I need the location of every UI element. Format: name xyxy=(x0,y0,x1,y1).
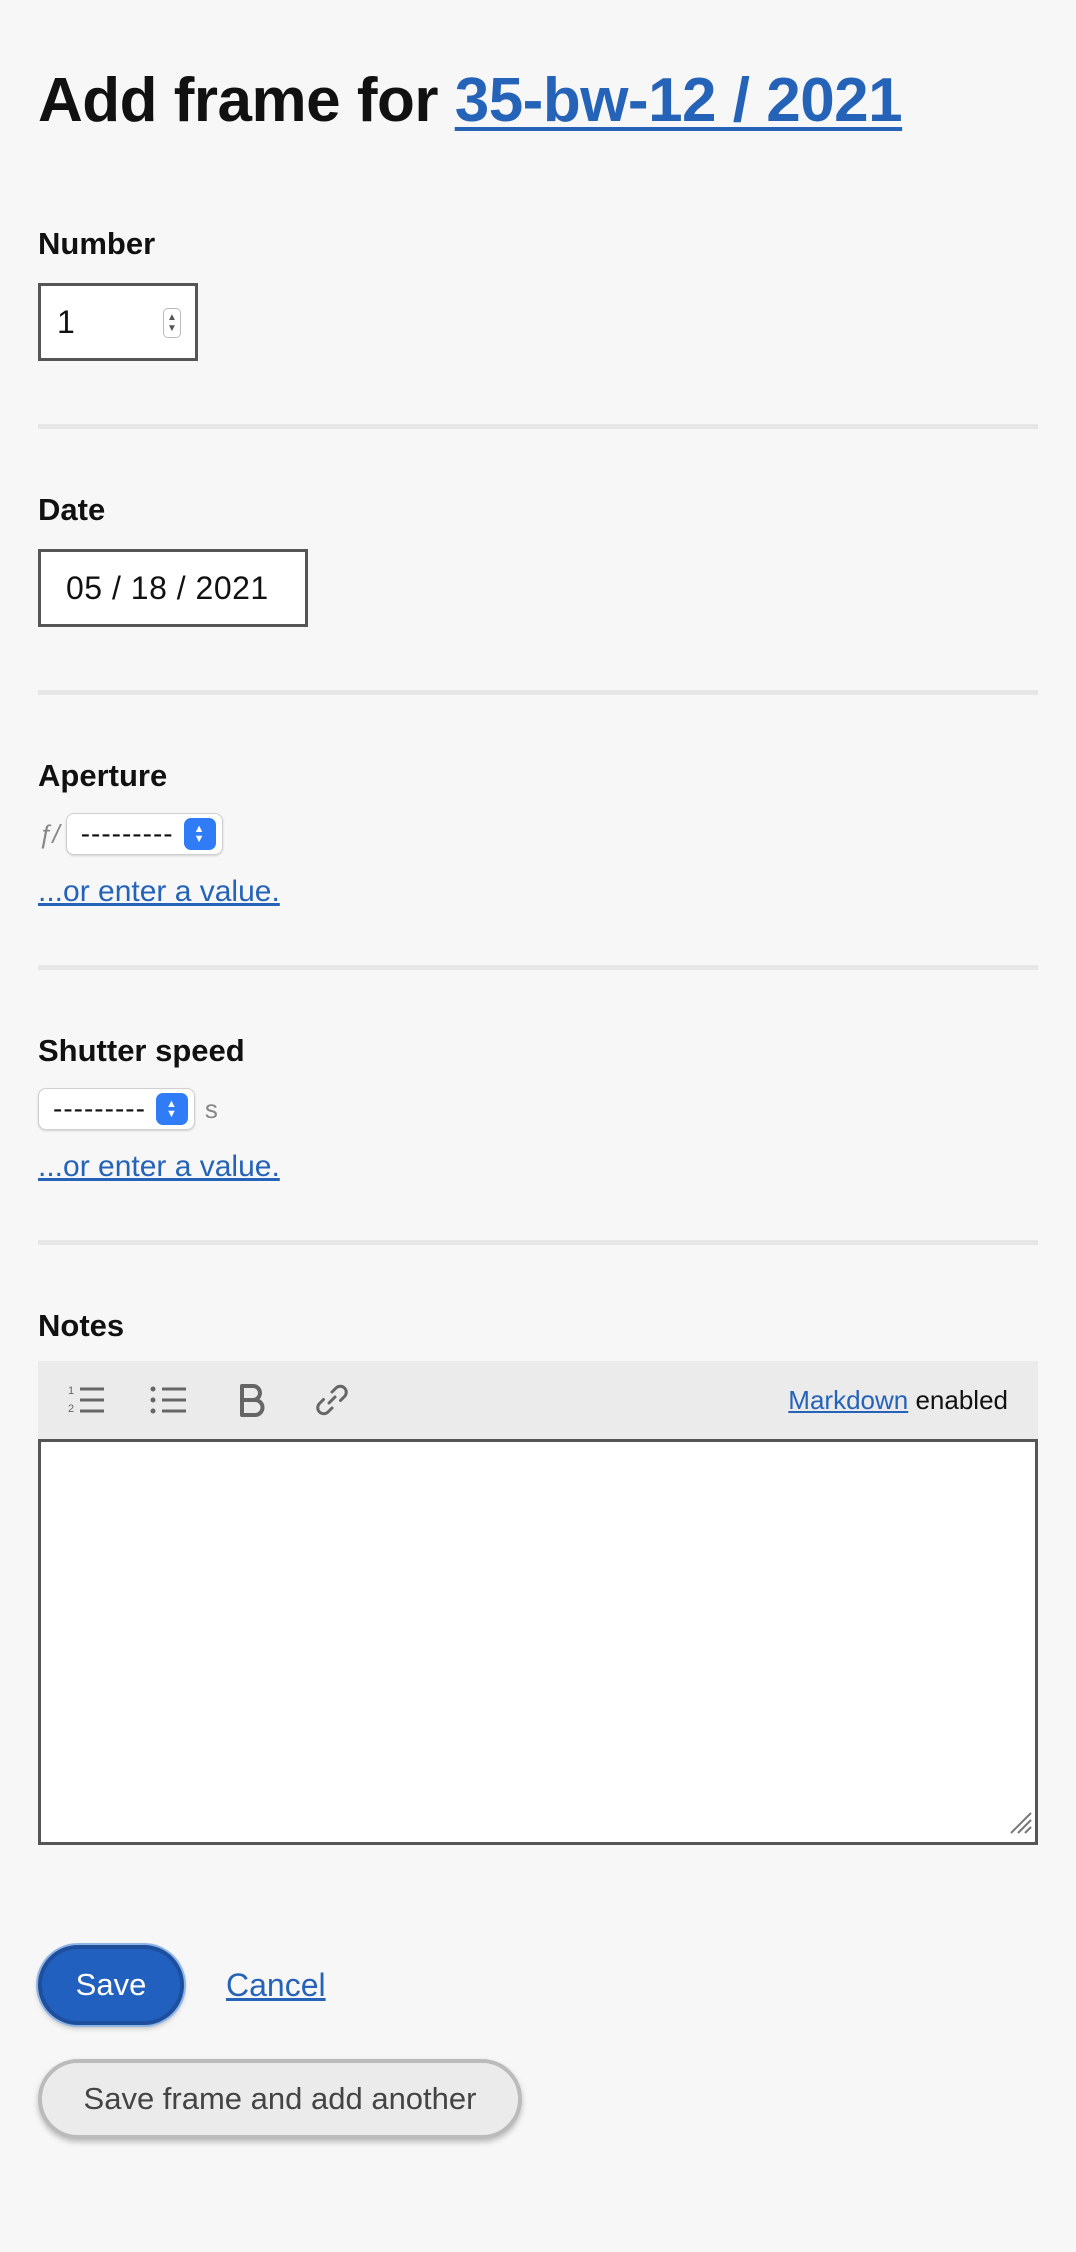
number-field-group: Number 1 ▲ ▼ xyxy=(38,225,1038,361)
svg-text:1: 1 xyxy=(68,1385,74,1397)
shutter-select[interactable]: --------- ▲ ▼ xyxy=(38,1088,195,1130)
number-stepper[interactable]: ▲ ▼ xyxy=(163,308,181,338)
page-title-prefix: Add frame for xyxy=(38,66,455,135)
aperture-label: Aperture xyxy=(38,758,168,793)
form-actions: Save Cancel xyxy=(38,1945,1038,2025)
roll-link[interactable]: 35-bw-12 / 2021 xyxy=(455,66,903,135)
date-label: Date xyxy=(38,492,106,527)
separator xyxy=(38,424,1038,429)
number-label: Number xyxy=(38,226,156,261)
unordered-list-icon[interactable] xyxy=(148,1380,188,1420)
chevron-up-down-icon: ▲ ▼ xyxy=(183,818,216,850)
aperture-prefix: ƒ/ xyxy=(38,818,60,849)
bold-icon[interactable] xyxy=(230,1380,270,1420)
shutter-selected-value: --------- xyxy=(53,1093,146,1124)
number-value: 1 xyxy=(57,303,75,340)
shutter-enter-value-link[interactable]: ...or enter a value. xyxy=(38,1150,280,1184)
markdown-hint-text: enabled xyxy=(908,1385,1008,1415)
separator xyxy=(38,1240,1038,1245)
save-button[interactable]: Save xyxy=(38,1945,184,2025)
shutter-label: Shutter speed xyxy=(38,1033,245,1068)
number-input[interactable]: 1 ▲ ▼ xyxy=(38,283,198,361)
markdown-hint: Markdown enabled xyxy=(788,1385,1008,1416)
notes-toolbar: 1 2 Markdown enabled xyxy=(38,1361,1038,1439)
link-icon[interactable] xyxy=(312,1380,352,1420)
notes-field-group: Notes 1 2 Markdown enabled xyxy=(38,1307,1038,1845)
chevron-up-down-icon: ▲ ▼ xyxy=(155,1093,188,1125)
separator xyxy=(38,690,1038,695)
cancel-link[interactable]: Cancel xyxy=(226,1967,326,2004)
shutter-suffix: s xyxy=(204,1093,218,1124)
markdown-link[interactable]: Markdown xyxy=(788,1385,908,1415)
add-frame-page: Add frame for 35-bw-12 / 2021 Number 1 ▲… xyxy=(0,0,1076,2139)
aperture-enter-value-link[interactable]: ...or enter a value. xyxy=(38,875,280,909)
page-title: Add frame for 35-bw-12 / 2021 xyxy=(38,0,1038,140)
svg-text:2: 2 xyxy=(68,1403,74,1415)
shutter-field-group: Shutter speed --------- ▲ ▼ s ...or enter… xyxy=(38,1032,1038,1184)
aperture-field-group: Aperture ƒ/ --------- ▲ ▼ ...or enter a v… xyxy=(38,757,1038,909)
aperture-select[interactable]: --------- ▲ ▼ xyxy=(65,813,223,855)
separator xyxy=(38,965,1038,970)
date-value: 05 / 18 / 2021 xyxy=(66,569,269,606)
save-and-add-another-button[interactable]: Save frame and add another xyxy=(38,2059,522,2139)
resize-handle-icon[interactable] xyxy=(1007,1809,1033,1840)
ordered-list-icon[interactable]: 1 2 xyxy=(66,1380,106,1420)
aperture-selected-value: --------- xyxy=(80,818,174,849)
date-field-group: Date 05 / 18 / 2021 xyxy=(38,491,1038,627)
date-input[interactable]: 05 / 18 / 2021 xyxy=(38,549,308,627)
notes-label: Notes xyxy=(38,1308,125,1343)
notes-textarea[interactable] xyxy=(38,1439,1038,1845)
